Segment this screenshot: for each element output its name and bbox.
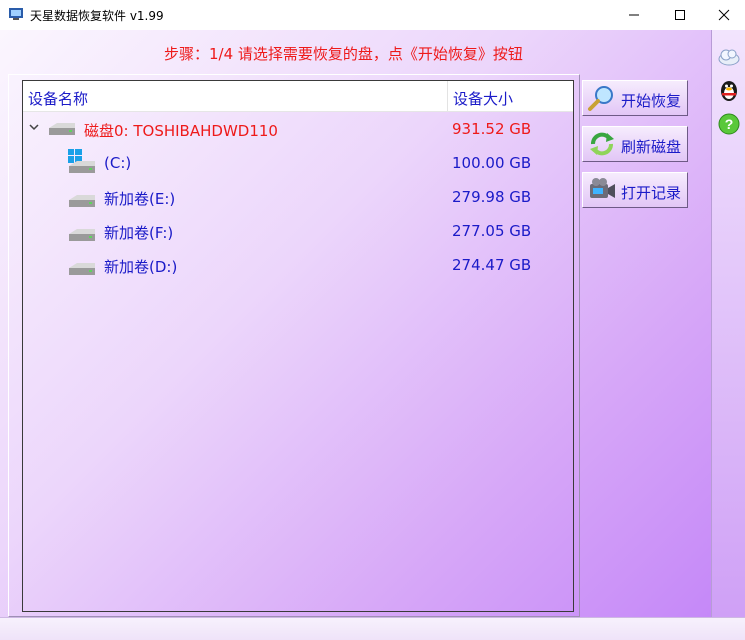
device-size: 274.47 GB — [452, 256, 532, 274]
hard-drive-icon — [49, 123, 75, 135]
help-icon[interactable]: ? — [717, 112, 741, 136]
device-name: 磁盘0: TOSHIBAHDWD110 — [84, 122, 278, 140]
partition-row-c[interactable]: (C:) 100.00 GB — [23, 146, 573, 180]
camcorder-icon — [590, 178, 615, 198]
maximize-button[interactable] — [657, 0, 703, 30]
column-header-name[interactable]: 设备名称 — [28, 88, 88, 109]
close-button[interactable] — [703, 0, 745, 30]
device-name: (C:) — [104, 154, 132, 172]
open-log-label: 打开记录 — [621, 184, 682, 202]
disk-row-0[interactable]: 磁盘0: TOSHIBAHDWD110 931.52 GB — [23, 112, 573, 146]
device-name: 新加卷(F:) — [104, 224, 174, 242]
close-icon — [718, 9, 730, 21]
column-header-size[interactable]: 设备大小 — [453, 88, 513, 109]
right-toolbar: ? — [711, 30, 745, 617]
partition-row-e[interactable]: 新加卷(E:) 279.98 GB — [23, 180, 573, 214]
hard-drive-icon — [69, 263, 95, 275]
hard-drive-icon — [69, 161, 95, 173]
partition-row-f[interactable]: 新加卷(F:) 277.05 GB — [23, 214, 573, 248]
device-name: 新加卷(E:) — [104, 190, 176, 208]
column-divider[interactable] — [447, 81, 448, 111]
device-size: 100.00 GB — [452, 154, 532, 172]
window-title: 天星数据恢复软件 v1.99 — [30, 9, 164, 23]
device-size: 931.52 GB — [452, 120, 532, 138]
chevron-down-icon[interactable] — [27, 120, 41, 134]
status-bar — [0, 617, 745, 640]
refresh-disk-label: 刷新磁盘 — [621, 138, 682, 156]
step-instruction: 步骤：1/4 请选择需要恢复的盘，点《开始恢复》按钮 — [164, 45, 523, 63]
device-size: 277.05 GB — [452, 222, 532, 240]
open-log-button[interactable]: 打开记录 — [582, 172, 688, 208]
hard-drive-icon — [69, 229, 95, 241]
cloud-icon[interactable] — [717, 44, 741, 68]
magnifier-icon — [588, 86, 613, 111]
hard-drive-icon — [69, 195, 95, 207]
list-header: 设备名称 设备大小 — [23, 81, 573, 112]
svg-text:?: ? — [725, 116, 734, 132]
refresh-disk-button[interactable]: 刷新磁盘 — [582, 126, 688, 162]
minimize-icon — [629, 14, 639, 16]
app-icon — [9, 8, 23, 20]
refresh-icon — [590, 132, 614, 156]
minimize-button[interactable] — [611, 0, 657, 30]
device-list[interactable]: 设备名称 设备大小 磁盘0: TOSHIBAHDWD110 931.52 GB — [22, 80, 574, 612]
device-size: 279.98 GB — [452, 188, 532, 206]
main-panel: 步骤：1/4 请选择需要恢复的盘，点《开始恢复》按钮 设备名称 设备大小 磁盘0… — [0, 30, 711, 617]
partition-row-d[interactable]: 新加卷(D:) 274.47 GB — [23, 248, 573, 282]
title-bar: 天星数据恢复软件 v1.99 — [0, 0, 745, 30]
qq-penguin-icon[interactable] — [717, 78, 741, 102]
start-recovery-button[interactable]: 开始恢复 — [582, 80, 688, 116]
device-name: 新加卷(D:) — [104, 258, 178, 276]
start-recovery-label: 开始恢复 — [621, 92, 682, 110]
maximize-icon — [675, 10, 685, 20]
